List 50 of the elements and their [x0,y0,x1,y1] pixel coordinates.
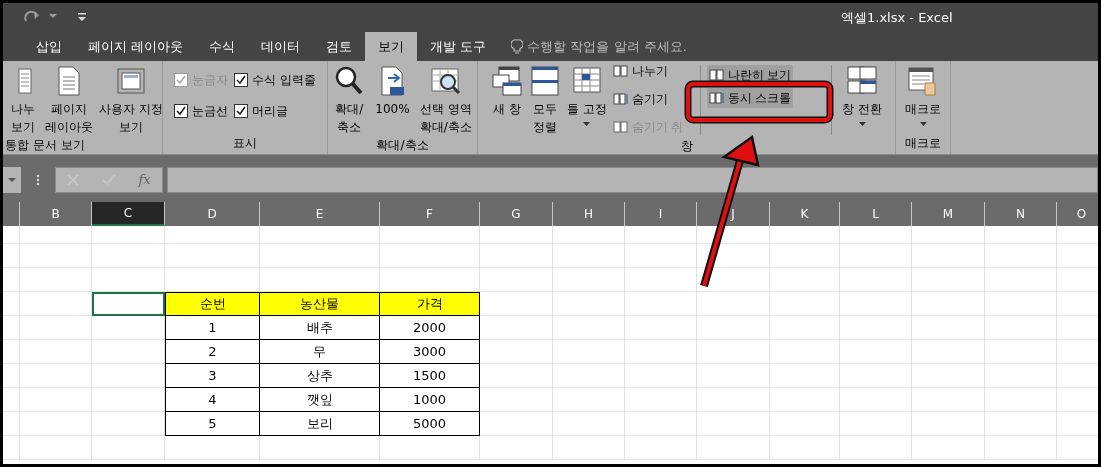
ribbon-button[interactable]: 모두 정렬 [526,65,563,136]
table-cell: 보리 [260,412,380,436]
table-cell: 5000 [380,412,480,436]
ribbon-button[interactable]: 사용자 지정 보기 [97,65,165,136]
table-cell: 깻잎 [260,388,380,412]
checkbox-label: 머리글 [252,103,289,120]
window-title: 엑셀1.xlsx - Excel [841,9,953,27]
ribbon-button[interactable]: 숨기기 [610,89,686,109]
header-cell: 가격 [380,292,480,316]
table-cell: 상추 [260,364,380,388]
ribbon-tab[interactable]: 데이터 [248,32,314,61]
table-cell: 3000 [380,340,480,364]
ribbon-tab[interactable]: 페이지 레이아웃 [75,32,197,61]
ribbon-tab[interactable]: 수식 [196,32,249,61]
ribbon-tab[interactable]: 개발 도구 [417,32,500,61]
table-cell: 무 [260,340,380,364]
column-header[interactable]: C [92,202,165,226]
ribbon-button[interactable]: 페이지 레이아웃 [43,65,95,136]
ribbon-button[interactable]: 창 전환 [840,65,885,126]
table-cell: 1500 [380,364,480,388]
ribbon-button[interactable]: 매크로 [903,65,943,126]
table-cell: 4 [165,388,260,412]
ribbon-button[interactable]: 100% [373,65,412,118]
header-cell: 순번 [165,292,260,316]
table-cell: 1 [165,316,260,340]
group-label: 매크로 [905,135,941,152]
table-cell: 2 [165,340,260,364]
group-label: 창 [680,138,693,155]
group-label: 표시 [233,135,257,152]
ribbon-button[interactable]: 새 창 [488,65,525,118]
ribbon-tab[interactable]: 삽입 [23,32,75,61]
table-cell: 5 [165,412,260,436]
ribbon-tab[interactable]: 검토 [313,32,366,61]
ribbon-button[interactable]: 동시 스크롤 [706,88,794,108]
table-cell: 배추 [260,316,380,340]
group-label: 통합 문서 보기 [5,137,85,154]
table-cell: 3 [165,364,260,388]
table-cell: 1000 [380,388,480,412]
checkbox-label: 수식 입력줄 [252,72,316,89]
table-cell: 2000 [380,316,480,340]
ribbon-button[interactable]: 선택 영역 확대/축소 [417,65,474,136]
checkbox-label: 눈금선 [192,103,229,120]
ribbon-tab[interactable]: 보기 [365,32,418,61]
ribbon-button[interactable]: 나누기 [610,61,686,81]
ribbon-button[interactable]: 틀 고정 [564,65,609,126]
header-cell: 농산물 [260,292,380,316]
group-label: 확대/축소 [376,137,429,154]
ribbon-button[interactable]: 확대/ 축소 [331,65,368,136]
ribbon-button[interactable]: 나누 보기 [5,65,41,136]
tell-me-field[interactable]: 수행할 작업을 알려 주세요. [527,36,728,57]
